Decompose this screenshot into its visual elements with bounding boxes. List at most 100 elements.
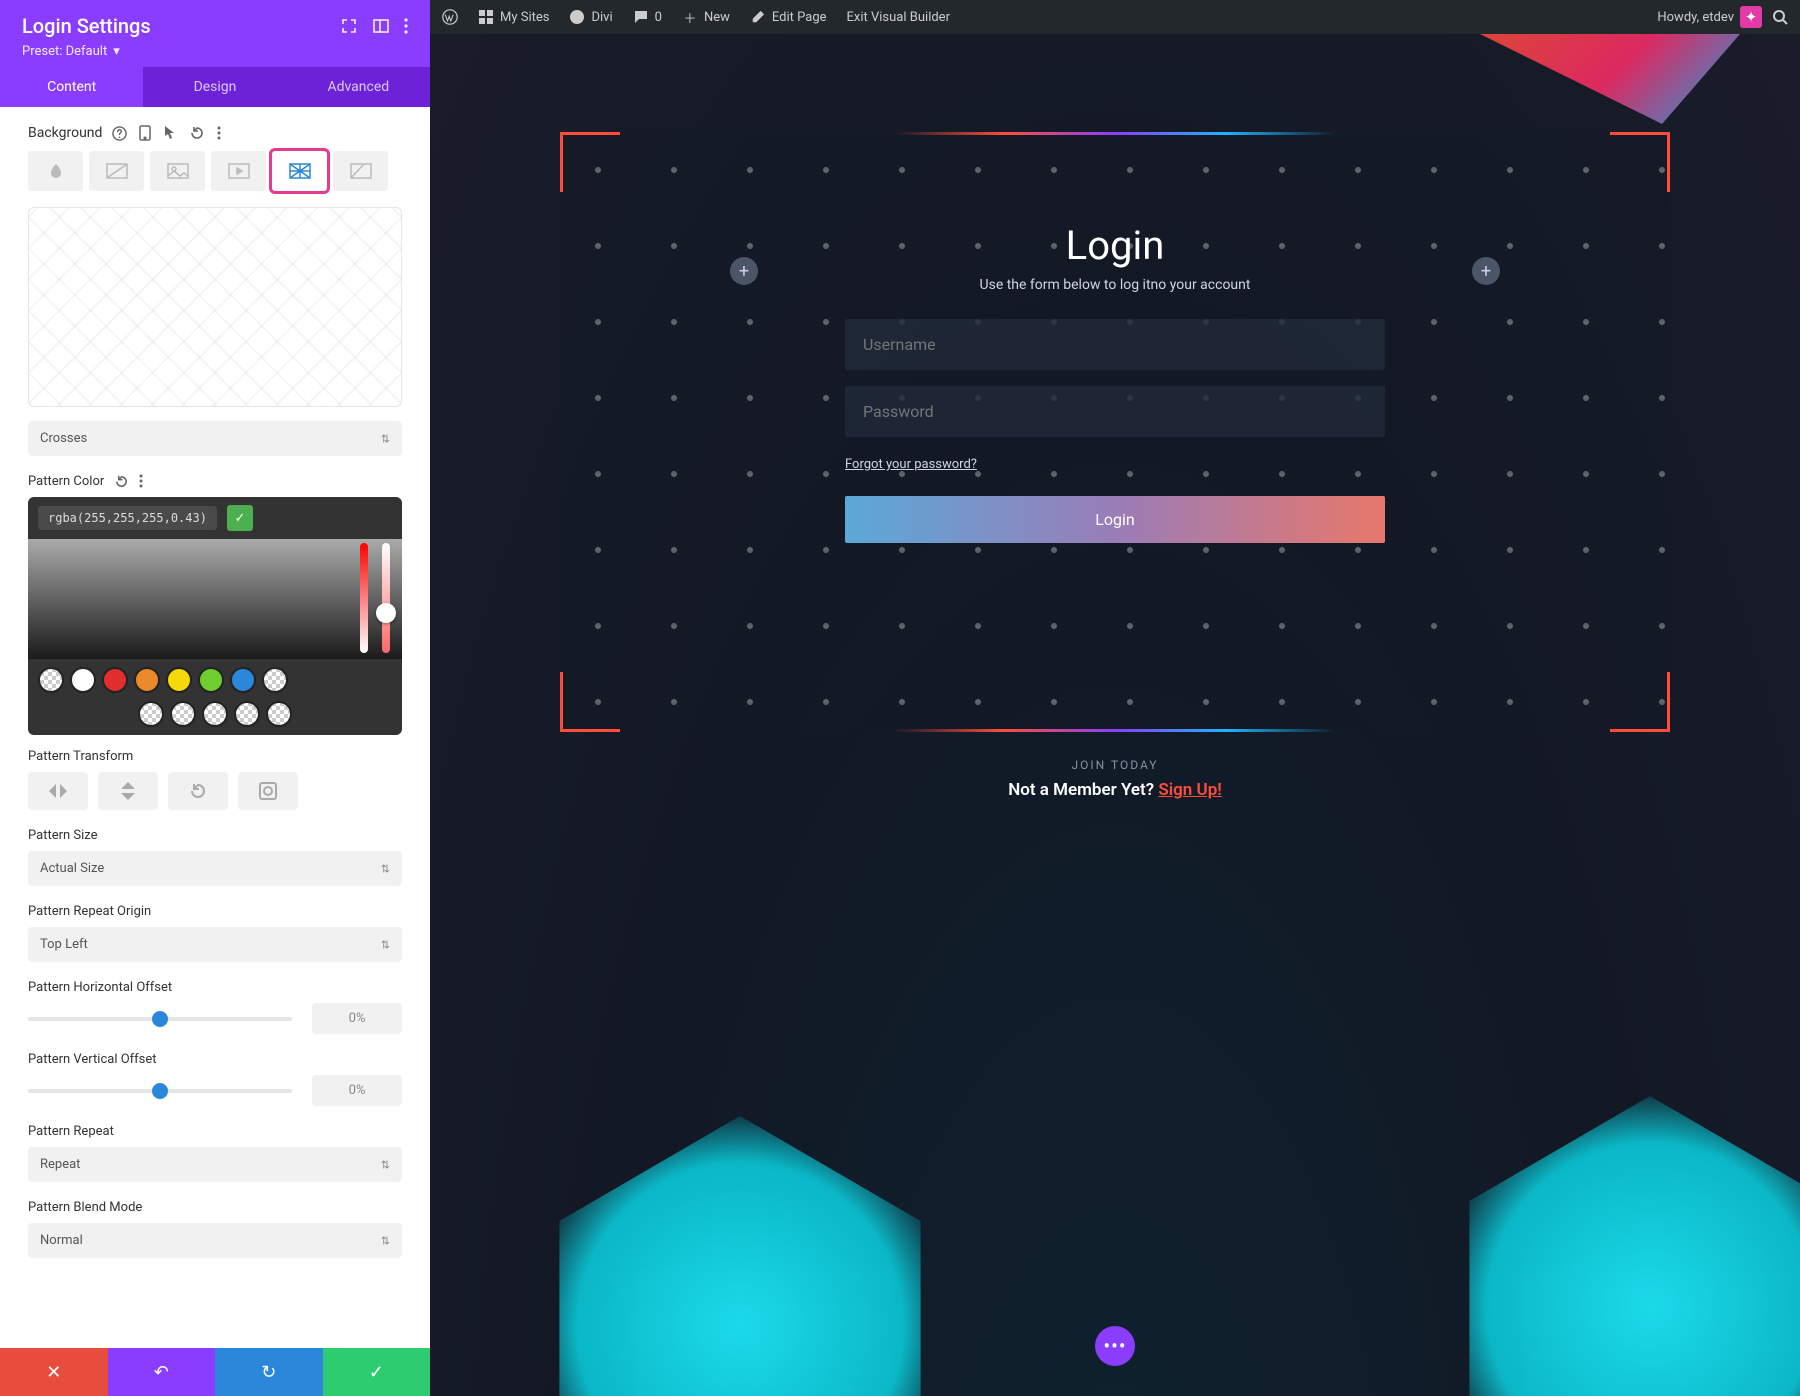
reset-icon[interactable] <box>114 474 129 489</box>
toggle-panel-icon[interactable] <box>372 17 390 35</box>
options-icon[interactable] <box>139 474 143 489</box>
signup-link[interactable]: Sign Up! <box>1158 780 1221 800</box>
swatch-empty[interactable] <box>138 701 164 727</box>
wordpress-icon <box>442 9 458 25</box>
swatch-empty[interactable] <box>170 701 196 727</box>
reset-icon[interactable] <box>189 125 205 141</box>
redo-button[interactable]: ↻ <box>215 1348 323 1396</box>
decor-hexagon <box>1440 1096 1800 1396</box>
forgot-password-link[interactable]: Forgot your password? <box>845 457 977 472</box>
undo-button[interactable]: ↶ <box>108 1348 216 1396</box>
v-offset-value[interactable]: 0% <box>312 1075 402 1106</box>
sidebar-tabs: Content Design Advanced <box>0 67 430 107</box>
corner-accent <box>560 672 620 732</box>
corner-accent <box>1610 132 1670 192</box>
builder-fab[interactable]: ••• <box>1095 1326 1135 1366</box>
options-icon[interactable] <box>217 126 221 140</box>
user-avatar-icon: ✦ <box>1740 6 1762 28</box>
login-module[interactable]: + + Login Use the form below to log itno… <box>560 132 1670 732</box>
cancel-button[interactable]: ✕ <box>0 1348 108 1396</box>
pattern-blend-label: Pattern Blend Mode <box>28 1200 402 1215</box>
username-input[interactable] <box>845 319 1385 370</box>
login-title: Login <box>845 222 1385 269</box>
swatch-white[interactable] <box>70 667 96 693</box>
bg-type-gradient[interactable] <box>89 151 144 191</box>
swatch-red[interactable] <box>102 667 128 693</box>
bg-type-color[interactable] <box>28 151 83 191</box>
save-button[interactable]: ✓ <box>323 1348 431 1396</box>
pattern-color-label: Pattern Color <box>28 474 402 489</box>
password-input[interactable] <box>845 386 1385 437</box>
sites-icon <box>478 9 494 25</box>
pattern-repeat-select[interactable]: Repeat <box>28 1147 402 1182</box>
color-gradient-area[interactable] <box>28 539 402 659</box>
color-confirm-button[interactable]: ✓ <box>227 505 253 531</box>
expand-icon[interactable] <box>340 17 358 35</box>
sidebar-header: Login Settings Preset: Default▾ <box>0 0 430 67</box>
alpha-slider[interactable] <box>382 543 390 653</box>
h-offset-label: Pattern Horizontal Offset <box>28 980 402 995</box>
pattern-origin-select[interactable]: Top Left <box>28 927 402 962</box>
slider-thumb[interactable] <box>152 1083 168 1099</box>
rotate-button[interactable] <box>168 772 228 810</box>
pencil-icon <box>750 9 766 25</box>
phone-icon[interactable] <box>139 125 151 141</box>
search-button[interactable] <box>1772 9 1788 25</box>
alpha-handle[interactable] <box>376 603 396 623</box>
swatch-orange[interactable] <box>134 667 160 693</box>
my-sites-link[interactable]: My Sites <box>478 9 549 25</box>
tab-advanced[interactable]: Advanced <box>287 67 430 107</box>
pattern-style-select[interactable]: Crosses <box>28 421 402 456</box>
swatch-empty[interactable] <box>266 701 292 727</box>
bg-type-mask[interactable] <box>333 151 388 191</box>
new-link[interactable]: ＋New <box>682 9 730 25</box>
swatch-empty[interactable] <box>262 667 288 693</box>
help-icon[interactable] <box>112 126 127 141</box>
corner-accent <box>1610 672 1670 732</box>
h-offset-value[interactable]: 0% <box>312 1003 402 1034</box>
swatch-empty[interactable] <box>202 701 228 727</box>
swatch-blue[interactable] <box>230 667 256 693</box>
gradient-accent <box>893 729 1337 732</box>
swatch-transparent[interactable] <box>38 667 64 693</box>
tab-content[interactable]: Content <box>0 67 143 107</box>
color-value[interactable]: rgba(255,255,255,0.43) <box>38 506 217 530</box>
edit-page-link[interactable]: Edit Page <box>750 9 827 25</box>
login-subtitle: Use the form below to log itno your acco… <box>845 277 1385 293</box>
settings-sidebar: Login Settings Preset: Default▾ Content … <box>0 0 430 1396</box>
hue-slider[interactable] <box>360 543 368 653</box>
bg-type-pattern[interactable] <box>272 151 327 191</box>
login-button[interactable]: Login <box>845 496 1385 543</box>
pattern-blend-select[interactable]: Normal <box>28 1223 402 1258</box>
howdy-user[interactable]: Howdy, etdev✦ <box>1657 6 1762 28</box>
swatch-yellow[interactable] <box>166 667 192 693</box>
h-offset-slider[interactable] <box>28 1017 292 1021</box>
v-offset-label: Pattern Vertical Offset <box>28 1052 402 1067</box>
pattern-size-label: Pattern Size <box>28 828 402 843</box>
flip-vertical-button[interactable] <box>98 772 158 810</box>
pattern-origin-label: Pattern Repeat Origin <box>28 904 402 919</box>
pattern-size-select[interactable]: Actual Size <box>28 851 402 886</box>
v-offset-slider[interactable] <box>28 1089 292 1093</box>
swatch-green[interactable] <box>198 667 224 693</box>
more-icon[interactable] <box>404 18 408 34</box>
decor-wedge <box>1480 34 1740 124</box>
swatch-empty[interactable] <box>234 701 260 727</box>
divi-link[interactable]: Divi <box>569 9 612 25</box>
flip-horizontal-button[interactable] <box>28 772 88 810</box>
tab-design[interactable]: Design <box>143 67 286 107</box>
color-picker[interactable]: rgba(255,255,255,0.43) ✓ <box>28 497 402 735</box>
add-module-button[interactable]: + <box>730 257 758 285</box>
gradient-accent <box>893 132 1337 135</box>
hover-icon[interactable] <box>163 125 177 141</box>
comment-icon <box>633 9 649 25</box>
slider-thumb[interactable] <box>152 1011 168 1027</box>
exit-vb-link[interactable]: Exit Visual Builder <box>847 10 950 25</box>
invert-button[interactable] <box>238 772 298 810</box>
bg-type-video[interactable] <box>211 151 266 191</box>
add-module-button[interactable]: + <box>1472 257 1500 285</box>
preset-selector[interactable]: Preset: Default▾ <box>22 44 408 59</box>
comments-link[interactable]: 0 <box>633 9 662 25</box>
bg-type-image[interactable] <box>150 151 205 191</box>
wp-logo[interactable] <box>442 9 458 25</box>
